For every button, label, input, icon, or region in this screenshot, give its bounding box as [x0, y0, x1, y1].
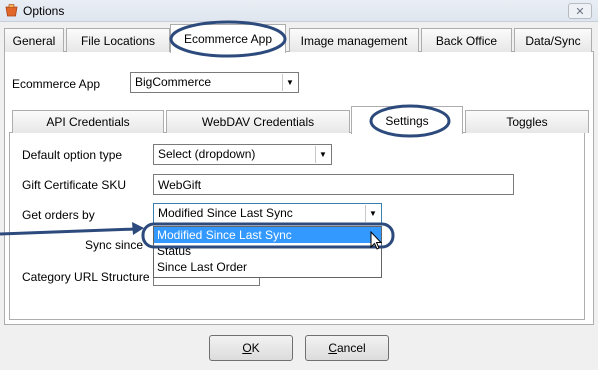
- tab-general-label: General: [12, 33, 56, 48]
- get-orders-by-select[interactable]: Modified Since Last Sync ▼: [153, 203, 382, 224]
- chevron-down-icon: ▼: [282, 74, 297, 91]
- dropdown-option-status[interactable]: Status: [154, 243, 381, 259]
- subtab-api-credentials[interactable]: API Credentials: [12, 110, 164, 133]
- ok-button[interactable]: OK: [209, 335, 293, 361]
- gift-certificate-sku-label: Gift Certificate SKU: [22, 178, 127, 192]
- chevron-down-icon: ▼: [315, 146, 330, 163]
- ok-label-rest: K: [251, 341, 260, 355]
- window-title: Options: [23, 4, 65, 18]
- ecommerce-app-select[interactable]: BigCommerce ▼: [130, 72, 299, 93]
- tab-data-sync-label: Data/Sync: [525, 33, 581, 48]
- ecommerce-app-value: BigCommerce: [135, 75, 212, 89]
- tab-file-locations[interactable]: File Locations: [66, 28, 170, 52]
- get-orders-by-label: Get orders by: [22, 208, 95, 222]
- default-option-type-label: Default option type: [22, 148, 123, 162]
- default-option-type-value: Select (dropdown): [158, 147, 256, 161]
- dropdown-option-since-last-order[interactable]: Since Last Order: [154, 259, 381, 275]
- tab-back-office[interactable]: Back Office: [421, 28, 512, 52]
- app-icon: [5, 4, 18, 17]
- close-icon: ✕: [575, 5, 585, 18]
- chevron-down-icon: ▼: [365, 205, 380, 222]
- subtab-toggles[interactable]: Toggles: [465, 110, 589, 133]
- tab-data-sync[interactable]: Data/Sync: [514, 28, 592, 52]
- subtab-toggles-label: Toggles: [506, 115, 548, 129]
- cancel-button[interactable]: Cancel: [305, 335, 389, 361]
- title-bar: Options ✕: [0, 0, 598, 22]
- category-url-structure-label: Category URL Structure: [22, 270, 150, 284]
- default-option-type-select[interactable]: Select (dropdown) ▼: [153, 144, 332, 165]
- dropdown-option-modified-since-last-sync[interactable]: Modified Since Last Sync: [154, 227, 381, 243]
- cancel-label-rest: ancel: [336, 341, 366, 355]
- tab-file-locations-label: File Locations: [80, 33, 156, 48]
- ecommerce-app-label: Ecommerce App: [12, 77, 101, 91]
- tab-back-office-label: Back Office: [435, 33, 498, 48]
- tab-general[interactable]: General: [4, 28, 64, 52]
- get-orders-by-value: Modified Since Last Sync: [158, 206, 293, 220]
- subtab-webdav-credentials[interactable]: WebDAV Credentials: [166, 110, 350, 133]
- gift-certificate-sku-input[interactable]: WebGift: [153, 174, 514, 195]
- tab-ecommerce-app-label: Ecommerce App: [183, 32, 273, 46]
- get-orders-by-dropdown: Modified Since Last Sync Status Since La…: [153, 226, 382, 278]
- tab-ecommerce-app[interactable]: Ecommerce App: [170, 24, 286, 53]
- tab-image-management[interactable]: Image management: [289, 28, 419, 52]
- close-button[interactable]: ✕: [568, 3, 592, 19]
- subtab-settings[interactable]: Settings: [351, 106, 463, 134]
- sync-since-label: Sync since: [85, 238, 144, 252]
- subtab-webdav-credentials-label: WebDAV Credentials: [201, 115, 315, 129]
- subtab-settings-label: Settings: [385, 113, 429, 128]
- dialog-footer: [0, 326, 598, 370]
- tab-image-management-label: Image management: [300, 33, 408, 48]
- cancel-mnemonic: C: [328, 341, 337, 355]
- subtab-api-credentials-label: API Credentials: [46, 115, 130, 129]
- gift-certificate-sku-value: WebGift: [158, 178, 202, 192]
- ok-mnemonic: O: [242, 341, 252, 355]
